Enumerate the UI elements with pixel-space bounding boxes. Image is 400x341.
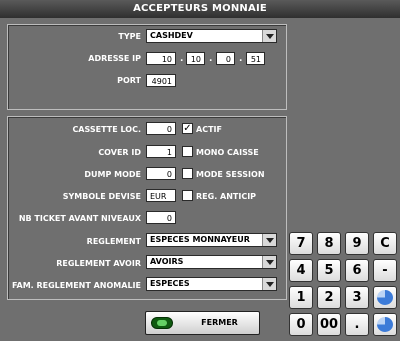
actif-checkbox[interactable]: ✓ <box>182 123 193 134</box>
key-5[interactable]: 5 <box>317 259 341 282</box>
key-clear[interactable]: C <box>373 232 397 255</box>
pie-chart-icon <box>377 317 393 332</box>
reg-anticip-label: REG. ANTICIP <box>196 192 257 201</box>
key-minus[interactable]: - <box>373 259 397 282</box>
ip-separator: . <box>209 54 213 64</box>
port-input[interactable]: 4901 <box>146 74 176 87</box>
green-pill-icon <box>151 317 173 329</box>
pie-chart-icon <box>377 290 393 305</box>
anomalie-select[interactable]: ESPECES <box>146 277 277 291</box>
devise-input[interactable]: EUR <box>146 189 176 202</box>
cassette-input[interactable]: 0 <box>146 122 176 135</box>
type-select-value: CASHDEV <box>150 31 193 40</box>
key-8[interactable]: 8 <box>317 232 341 255</box>
cover-id-input[interactable]: 1 <box>146 145 176 158</box>
reglement-label: REGLEMENT <box>86 237 141 246</box>
cover-id-label: COVER ID <box>98 148 141 157</box>
avoir-select-value: AVOIRS <box>150 257 184 266</box>
ip-octet-2[interactable]: 10 <box>186 52 205 65</box>
key-2[interactable]: 2 <box>317 286 341 309</box>
mono-caisse-checkbox[interactable] <box>182 146 193 157</box>
key-6[interactable]: 6 <box>345 259 369 282</box>
mode-session-label: MODE SESSION <box>196 170 265 179</box>
close-button-label: FERMER <box>201 318 238 327</box>
key-1[interactable]: 1 <box>289 286 313 309</box>
window-title: ACCEPTEURS MONNAIE <box>0 0 400 18</box>
dump-mode-input[interactable]: 0 <box>146 167 176 180</box>
ticket-label: NB TICKET AVANT NIVEAUX <box>18 214 141 223</box>
ip-separator: . <box>180 54 184 64</box>
dump-mode-label: DUMP MODE <box>84 170 141 179</box>
ip-octet-4[interactable]: 51 <box>246 52 265 65</box>
key-3[interactable]: 3 <box>345 286 369 309</box>
key-9[interactable]: 9 <box>345 232 369 255</box>
key-00[interactable]: 00 <box>317 313 341 336</box>
anomalie-label: FAM. REGLEMENT ANOMALIE <box>11 281 141 290</box>
reglement-select[interactable]: ESPECES MONNAYEUR <box>146 233 277 247</box>
ip-separator: . <box>239 54 243 64</box>
key-7[interactable]: 7 <box>289 232 313 255</box>
key-4[interactable]: 4 <box>289 259 313 282</box>
anomalie-select-value: ESPECES <box>150 279 190 288</box>
key-0[interactable]: 0 <box>289 313 313 336</box>
chevron-down-icon[interactable] <box>262 278 276 290</box>
key-pie-upper[interactable] <box>373 286 397 309</box>
type-label: TYPE <box>118 32 141 41</box>
cassette-label: CASSETTE LOC. <box>72 125 141 134</box>
key-dot[interactable]: . <box>345 313 369 336</box>
ticket-input[interactable]: 0 <box>146 211 176 224</box>
mode-session-checkbox[interactable] <box>182 168 193 179</box>
avoir-label: REGLEMENT AVOIR <box>56 259 141 268</box>
port-label: PORT <box>117 76 141 85</box>
ip-label: ADRESSE IP <box>88 54 141 63</box>
type-select[interactable]: CASHDEV <box>146 29 277 43</box>
reglement-select-value: ESPECES MONNAYEUR <box>150 235 250 244</box>
ip-octet-3[interactable]: 0 <box>216 52 235 65</box>
key-pie-lower[interactable] <box>373 313 397 336</box>
chevron-down-icon[interactable] <box>262 30 276 42</box>
devise-label: SYMBOLE DEVISE <box>62 192 141 201</box>
numeric-keypad: 7 8 9 C 4 5 6 - 1 2 3 0 00 . <box>289 232 399 341</box>
mono-caisse-label: MONO CAISSE <box>196 148 259 157</box>
chevron-down-icon[interactable] <box>262 234 276 246</box>
ip-octet-1[interactable]: 10 <box>146 52 176 65</box>
reg-anticip-checkbox[interactable] <box>182 190 193 201</box>
actif-label: ACTIF <box>196 125 222 134</box>
avoir-select[interactable]: AVOIRS <box>146 255 277 269</box>
chevron-down-icon[interactable] <box>262 256 276 268</box>
close-button[interactable]: FERMER <box>145 311 260 335</box>
config-panel <box>7 116 287 300</box>
